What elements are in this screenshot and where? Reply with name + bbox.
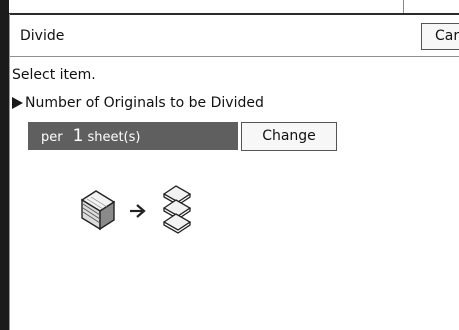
triangle-right-icon: [12, 97, 23, 109]
value-unit: sheet(s): [87, 130, 141, 145]
arrow-right-icon: [130, 204, 146, 218]
change-button[interactable]: Change: [241, 122, 337, 151]
top-divider-tick: [403, 0, 404, 14]
dialog-title: Divide: [20, 28, 65, 44]
dialog-title-bar: Divide Car: [10, 15, 459, 57]
value-number: 1: [72, 126, 84, 146]
value-prefix: per: [41, 130, 63, 145]
stacked-originals-icon: [80, 190, 116, 231]
section-heading: Number of Originals to be Divided: [12, 95, 264, 111]
divide-illustration: [72, 180, 212, 240]
left-frame-edge: [0, 0, 9, 330]
section-heading-label: Number of Originals to be Divided: [25, 95, 264, 111]
divided-sets-icon: [162, 185, 192, 234]
cancel-button[interactable]: Car: [421, 23, 459, 50]
originals-count-display: per 1 sheet(s): [28, 122, 238, 150]
divide-illustration-svg: [80, 185, 192, 234]
instruction-text: Select item.: [12, 67, 96, 83]
top-strip: [0, 0, 459, 14]
left-frame-line: [9, 14, 10, 330]
